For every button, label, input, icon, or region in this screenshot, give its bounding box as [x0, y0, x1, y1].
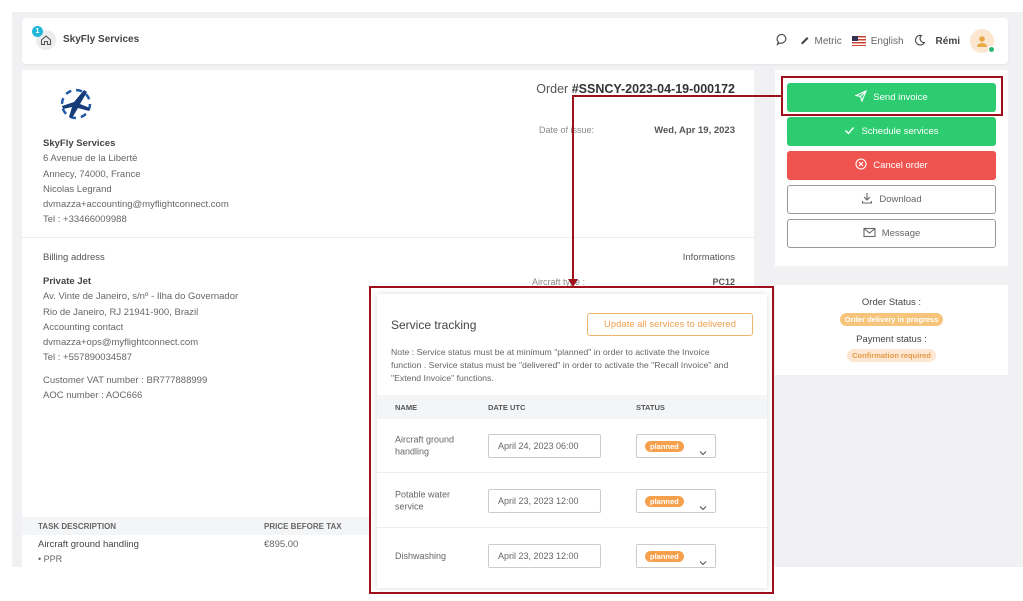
- company-name: SkyFly Services: [43, 138, 116, 149]
- status-badge: planned: [645, 440, 684, 452]
- chevron-down-icon: [699, 498, 707, 516]
- notification-badge: 1: [32, 26, 43, 37]
- annotation-arrow-horizontal: [572, 95, 781, 97]
- payment-status-label: Payment status :: [856, 334, 927, 345]
- download-button[interactable]: Download: [787, 185, 996, 214]
- service-row: Potable water service April 23, 2023 12:…: [377, 474, 767, 528]
- service-tracking-modal: Service tracking Update all services to …: [377, 294, 767, 588]
- chevron-down-icon: [699, 443, 707, 461]
- billing-address-line2: Rio de Janeiro, RJ 21941-900, Brazil: [43, 306, 199, 318]
- schedule-services-label: Schedule services: [861, 126, 939, 137]
- cancel-circle-icon: [855, 158, 867, 173]
- billing-contact: Accounting contact: [43, 321, 124, 333]
- order-title-prefix: Order: [536, 82, 569, 96]
- download-icon: [861, 192, 873, 207]
- billing-address-heading: Billing address: [43, 252, 105, 263]
- download-label: Download: [879, 194, 922, 205]
- col-name: NAME: [395, 403, 418, 412]
- service-row: Dishwashing April 23, 2023 12:00 planned: [377, 529, 767, 583]
- billing-email: dvmazza+ops@myflightconnect.com: [43, 337, 199, 349]
- task-row-sub: • PPR: [38, 554, 63, 564]
- billing-tel: Tel : +557890034587: [43, 352, 133, 364]
- service-name: Dishwashing: [395, 550, 447, 561]
- unit-label: Metric: [814, 35, 842, 47]
- annotation-highlight-box: [781, 76, 1003, 116]
- top-header: 1 SkyFly Services Metric English Rémi: [22, 18, 1008, 64]
- service-row: Aircraft ground handling April 24, 2023 …: [377, 419, 767, 473]
- language-selector[interactable]: English: [851, 35, 904, 47]
- billing-vat: Customer VAT number : BR777888999: [43, 374, 208, 386]
- service-table-header: NAME DATE UTC STATUS: [377, 395, 767, 419]
- cancel-order-button[interactable]: Cancel order: [787, 151, 996, 180]
- service-date-input[interactable]: April 23, 2023 12:00: [488, 489, 601, 513]
- task-row-price: €895.00: [264, 539, 299, 550]
- col-status: STATUS: [636, 403, 665, 412]
- user-name[interactable]: Rémi: [936, 36, 960, 47]
- service-name: Aircraft ground handling: [395, 434, 455, 457]
- order-status-badge: Order delivery in progress: [839, 313, 944, 326]
- service-status-select[interactable]: planned: [636, 434, 716, 458]
- chat-icon[interactable]: [776, 33, 789, 49]
- language-label: English: [870, 35, 904, 47]
- company-contact: Nicolas Legrand: [43, 183, 112, 195]
- company-tel: Tel : +33466009988: [43, 214, 127, 226]
- issue-date-value: Wed, Apr 19, 2023: [654, 125, 735, 136]
- company-email: dvmazza+accounting@myflightconnect.com: [43, 199, 229, 211]
- section-divider: [22, 237, 754, 238]
- update-all-delivered-button[interactable]: Update all services to delivered: [587, 313, 753, 336]
- billing-name: Private Jet: [43, 276, 92, 287]
- check-icon: [844, 125, 855, 139]
- status-badge: planned: [645, 550, 684, 562]
- order-title: Order #SSNCY-2023-04-19-000172: [536, 82, 735, 96]
- app-title: SkyFly Services: [63, 34, 140, 45]
- online-status-dot: [988, 46, 995, 53]
- service-date-input[interactable]: April 24, 2023 06:00: [488, 434, 601, 458]
- order-status-label: Order Status :: [861, 297, 922, 308]
- billing-aoc: AOC number : AOC666: [43, 390, 143, 402]
- ruler-icon: [799, 34, 810, 48]
- avatar[interactable]: [970, 29, 995, 53]
- moon-icon[interactable]: [914, 34, 926, 49]
- service-status-select[interactable]: planned: [636, 544, 716, 568]
- payment-status-badge: Confirmation required: [847, 349, 936, 362]
- status-panel: Order Status : Order delivery in progres…: [775, 285, 1008, 375]
- us-flag-icon: [851, 36, 866, 46]
- task-row-description: Aircraft ground handling: [38, 539, 139, 550]
- company-logo: [56, 84, 96, 124]
- billing-info: Private Jet Av. Vinte de Janeiro, s/nº -…: [43, 274, 238, 403]
- service-date-input[interactable]: April 23, 2023 12:00: [488, 544, 601, 568]
- order-number: #SSNCY-2023-04-19-000172: [571, 82, 735, 96]
- company-address-line1: 6 Avenue de la Liberté: [43, 153, 138, 165]
- chevron-down-icon: [699, 553, 707, 571]
- service-status-select[interactable]: planned: [636, 489, 716, 513]
- service-name: Potable water service: [395, 489, 451, 512]
- unit-selector[interactable]: Metric: [799, 34, 842, 48]
- issue-date-label: Date of issue:: [539, 125, 595, 135]
- modal-title: Service tracking: [391, 318, 477, 332]
- col-price-before-tax: PRICE BEFORE TAX: [264, 522, 342, 531]
- company-info: SkyFly Services 6 Avenue de la Liberté A…: [43, 136, 229, 228]
- company-address-line2: Annecy, 74000, France: [43, 168, 141, 180]
- status-badge: planned: [645, 495, 684, 507]
- col-date-utc: DATE UTC: [488, 403, 526, 412]
- col-task-description: TASK DESCRIPTION: [38, 522, 117, 531]
- message-button[interactable]: Message: [787, 219, 996, 248]
- schedule-services-button[interactable]: Schedule services: [787, 117, 996, 146]
- annotation-arrow-vertical: [572, 95, 574, 280]
- informations-heading: Informations: [682, 252, 735, 263]
- modal-note: Note : Service status must be at minimum…: [391, 347, 729, 383]
- cancel-order-label: Cancel order: [873, 160, 928, 171]
- message-label: Message: [881, 228, 921, 239]
- annotation-modal-frame: Service tracking Update all services to …: [369, 286, 774, 594]
- mail-icon: [863, 227, 876, 241]
- billing-address-line1: Av. Vinte de Janeiro, s/nº - Ilha do Gov…: [43, 291, 239, 303]
